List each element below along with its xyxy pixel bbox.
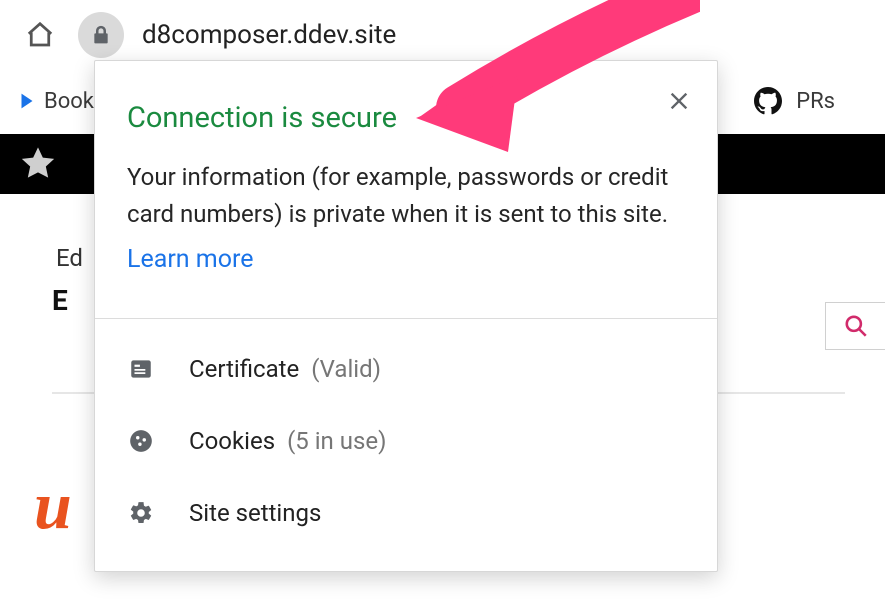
page-title-fragment: E bbox=[52, 284, 68, 317]
github-icon bbox=[754, 87, 782, 115]
page-nav-fragment: Ed bbox=[56, 244, 83, 272]
site-info-button[interactable] bbox=[78, 12, 124, 58]
certificate-status: (Valid) bbox=[311, 355, 381, 383]
cookies-label: Cookies bbox=[189, 427, 275, 455]
magnifier-icon bbox=[843, 313, 869, 339]
lock-icon bbox=[91, 24, 111, 46]
certificate-row[interactable]: Certificate (Valid) bbox=[95, 333, 717, 405]
bookmarks-item-prs[interactable]: PRs bbox=[754, 87, 865, 115]
close-button[interactable] bbox=[663, 85, 695, 117]
site-logo-fragment: u bbox=[34, 466, 66, 545]
site-settings-row[interactable]: Site settings bbox=[95, 477, 717, 549]
popover-description: Your information (for example, passwords… bbox=[127, 159, 685, 233]
close-icon bbox=[668, 90, 690, 112]
gear-icon bbox=[127, 499, 155, 527]
bookmark-star-fragment-icon bbox=[20, 90, 34, 112]
home-button[interactable] bbox=[20, 15, 60, 55]
cookie-icon bbox=[127, 427, 155, 455]
certificate-icon bbox=[127, 355, 155, 383]
learn-more-link[interactable]: Learn more bbox=[127, 245, 253, 274]
cookies-count: (5 in use) bbox=[287, 427, 386, 455]
cookies-row[interactable]: Cookies (5 in use) bbox=[95, 405, 717, 477]
url-text[interactable]: d8composer.ddev.site bbox=[142, 20, 396, 50]
home-icon bbox=[25, 20, 55, 50]
certificate-label: Certificate bbox=[189, 355, 299, 383]
popover-title: Connection is secure bbox=[127, 101, 685, 135]
popover-menu: Certificate (Valid) Cookies (5 in use) S… bbox=[95, 319, 717, 571]
popover-header: Connection is secure Your information (f… bbox=[95, 61, 717, 318]
site-settings-label: Site settings bbox=[189, 499, 321, 527]
site-star-icon bbox=[18, 144, 58, 184]
site-info-popover: Connection is secure Your information (f… bbox=[94, 60, 718, 572]
site-search-button[interactable] bbox=[825, 302, 885, 350]
